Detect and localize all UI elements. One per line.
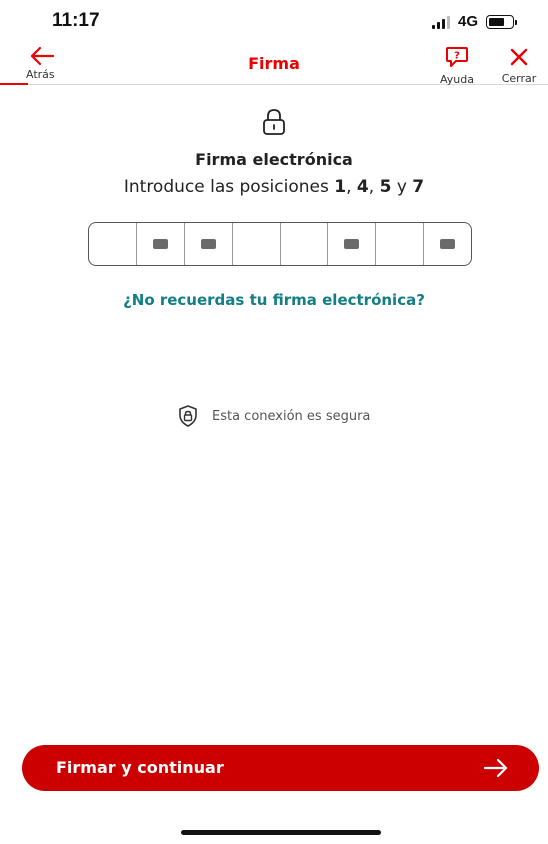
status-indicators: 4G xyxy=(431,13,517,30)
section-heading: Firma electrónica xyxy=(195,150,353,169)
instruction-prefix: Introduce las posiciones xyxy=(123,177,329,197)
sign-continue-label: Firmar y continuar xyxy=(56,758,224,777)
back-underline xyxy=(0,83,28,85)
pin-cell-editable xyxy=(424,223,471,265)
svg-text:?: ? xyxy=(454,51,460,62)
mask-dot xyxy=(344,239,360,249)
padlock-icon xyxy=(262,108,286,140)
pin-cell-editable xyxy=(185,223,233,265)
close-icon xyxy=(510,48,528,66)
separator-comma-2: , xyxy=(368,177,375,197)
help-label: Ayuda xyxy=(440,73,474,86)
forgot-signature-link[interactable]: ¿No recuerdas tu firma electrónica? xyxy=(0,291,548,309)
network-type: 4G xyxy=(457,13,478,30)
close-label: Cerrar xyxy=(501,72,537,85)
close-button[interactable]: Cerrar xyxy=(496,44,542,85)
separator-and: y xyxy=(396,177,407,197)
mask-dot xyxy=(200,239,216,249)
question-bubble-icon: ? xyxy=(446,47,468,67)
pin-cell-editable xyxy=(137,223,185,265)
nav-bar: Atrás Firma ? Ayuda Cerrar xyxy=(0,44,548,86)
pin-cell-masked[interactable] xyxy=(281,223,329,265)
pin-cell-masked[interactable] xyxy=(233,223,281,265)
arrow-right-icon xyxy=(483,758,508,778)
signature-position-input xyxy=(88,222,472,266)
status-time: 11:17 xyxy=(52,10,100,31)
status-bar: 11:17 4G xyxy=(0,0,548,44)
secure-text: Esta conexión es segura xyxy=(212,408,371,424)
help-button[interactable]: ? Ayuda xyxy=(434,44,480,86)
positions-instruction: Introduce las posiciones 1, 4, 5 y 7 xyxy=(0,177,548,197)
pin-cell-editable xyxy=(328,223,377,265)
shield-lock-icon xyxy=(179,405,197,427)
position-3: 5 xyxy=(379,177,392,197)
position-2: 4 xyxy=(356,177,369,197)
position-1: 1 xyxy=(334,177,347,197)
mask-dot xyxy=(440,239,456,249)
separator-comma-1: , xyxy=(346,177,352,197)
home-indicator xyxy=(181,830,381,835)
sign-continue-button[interactable]: Firmar y continuar xyxy=(22,745,539,791)
position-4: 7 xyxy=(412,177,425,197)
battery-icon xyxy=(486,14,517,29)
pin-cell-masked[interactable] xyxy=(89,223,137,265)
secure-connection-notice: Esta conexión es segura xyxy=(176,404,370,428)
mask-dot xyxy=(152,239,168,249)
pin-cell-masked[interactable] xyxy=(376,223,425,265)
signal-icon xyxy=(431,15,450,29)
